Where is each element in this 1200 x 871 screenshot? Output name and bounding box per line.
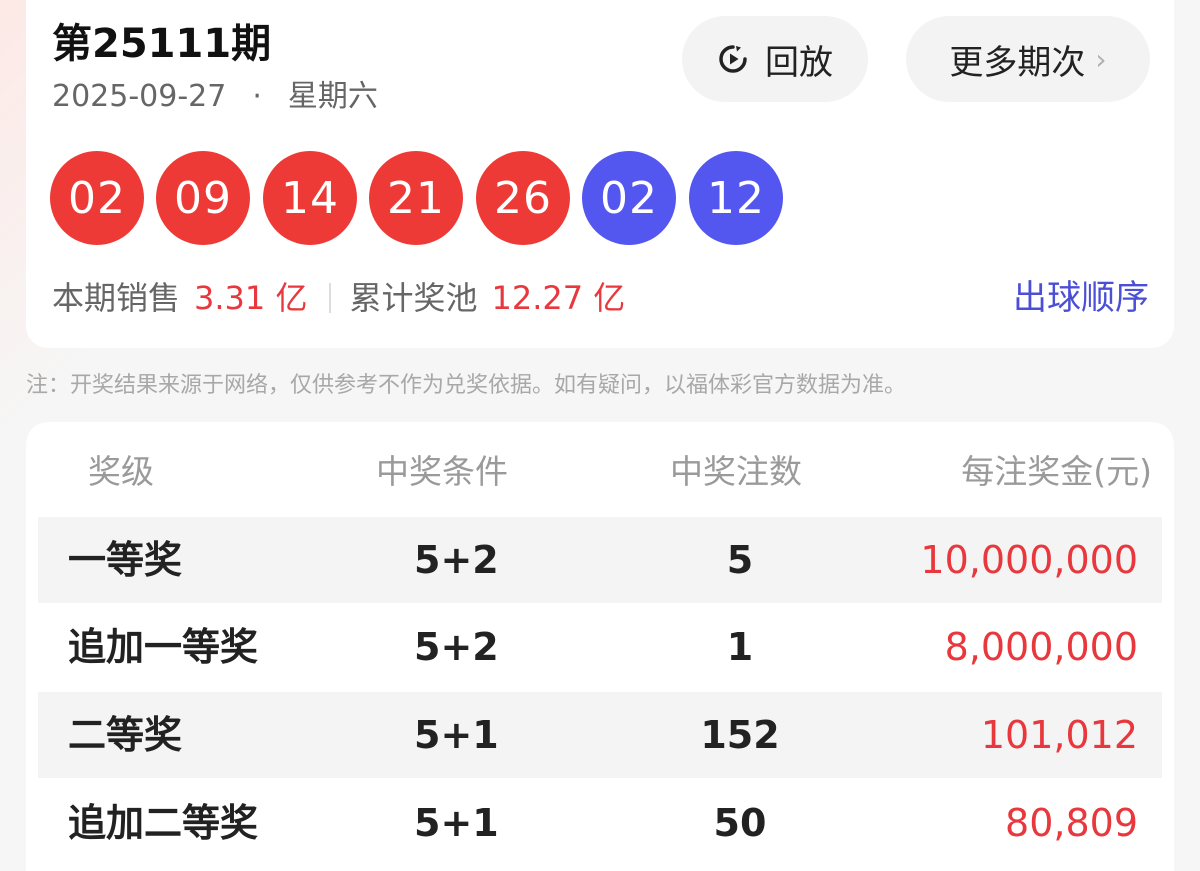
prize-count: 5 <box>726 538 754 582</box>
back-ball: 12 <box>689 151 783 245</box>
more-issues-label: 更多期次 <box>949 42 1086 83</box>
prize-level: 二等奖 <box>68 713 183 757</box>
prize-condition: 5+1 <box>414 801 499 845</box>
prize-table: 奖级 中奖条件 中奖注数 每注奖金(元) 一等奖 5+2 5 10,000,00… <box>26 422 1174 871</box>
prize-amount: 101,012 <box>980 713 1138 757</box>
prize-level: 追加一等奖 <box>68 625 259 669</box>
table-row: 追加二等奖 5+1 50 80,809 <box>38 780 1162 866</box>
prize-count: 152 <box>700 713 780 757</box>
prize-level: 一等奖 <box>68 538 183 582</box>
winning-numbers: 02 09 14 21 26 02 12 <box>50 151 790 245</box>
table-row: 追加一等奖 5+2 1 8,000,000 <box>38 604 1162 690</box>
divider <box>329 283 332 313</box>
table-header: 奖级 中奖条件 中奖注数 每注奖金(元) <box>26 446 1174 498</box>
front-ball: 26 <box>476 151 570 245</box>
prize-amount: 10,000,000 <box>920 538 1138 582</box>
prize-count: 1 <box>726 625 754 669</box>
replay-icon <box>719 45 747 73</box>
draw-weekday: 星期六 <box>287 79 378 114</box>
prize-condition: 5+2 <box>414 625 499 669</box>
header-condition: 中奖条件 <box>376 452 508 491</box>
sales-value: 3.31 亿 <box>194 279 308 317</box>
prize-amount: 80,809 <box>1005 801 1138 845</box>
pool-value: 12.27 亿 <box>491 279 626 317</box>
draw-order-link[interactable]: 出球顺序 <box>1013 276 1149 320</box>
prize-condition: 5+1 <box>414 713 499 757</box>
back-ball: 02 <box>582 151 676 245</box>
prize-condition: 5+2 <box>414 538 499 582</box>
chevron-right-icon: › <box>1095 42 1107 76</box>
front-ball: 14 <box>263 151 357 245</box>
disclaimer-note: 注：开奖结果来源于网络，仅供参考不作为兑奖依据。如有疑问，以福体彩官方数据为准。 <box>26 373 907 398</box>
front-ball: 09 <box>156 151 250 245</box>
table-row: 一等奖 5+2 5 10,000,000 <box>38 517 1162 603</box>
header-level: 奖级 <box>88 452 154 491</box>
front-ball: 02 <box>50 151 144 245</box>
pool-label: 累计奖池 <box>349 279 478 317</box>
header-prize: 每注奖金(元) <box>961 452 1152 491</box>
prize-count: 50 <box>713 801 767 845</box>
table-row: 二等奖 5+1 152 101,012 <box>38 692 1162 778</box>
replay-button[interactable]: 回放 <box>682 16 868 102</box>
sales-summary: 本期销售 3.31 亿 累计奖池 12.27 亿 <box>52 276 625 320</box>
sales-label: 本期销售 <box>52 279 181 317</box>
front-ball: 21 <box>369 151 463 245</box>
prize-level: 追加二等奖 <box>68 801 259 845</box>
issue-title: 第25111期 <box>52 21 272 67</box>
draw-date: 2025-09-27 <box>52 79 227 114</box>
draw-date-line: 2025-09-27 · 星期六 <box>52 76 378 118</box>
date-separator: · <box>252 79 262 114</box>
more-issues-button[interactable]: 更多期次 › <box>906 16 1150 102</box>
header-count: 中奖注数 <box>670 452 802 491</box>
prize-amount: 8,000,000 <box>944 625 1138 669</box>
replay-label: 回放 <box>765 42 833 83</box>
